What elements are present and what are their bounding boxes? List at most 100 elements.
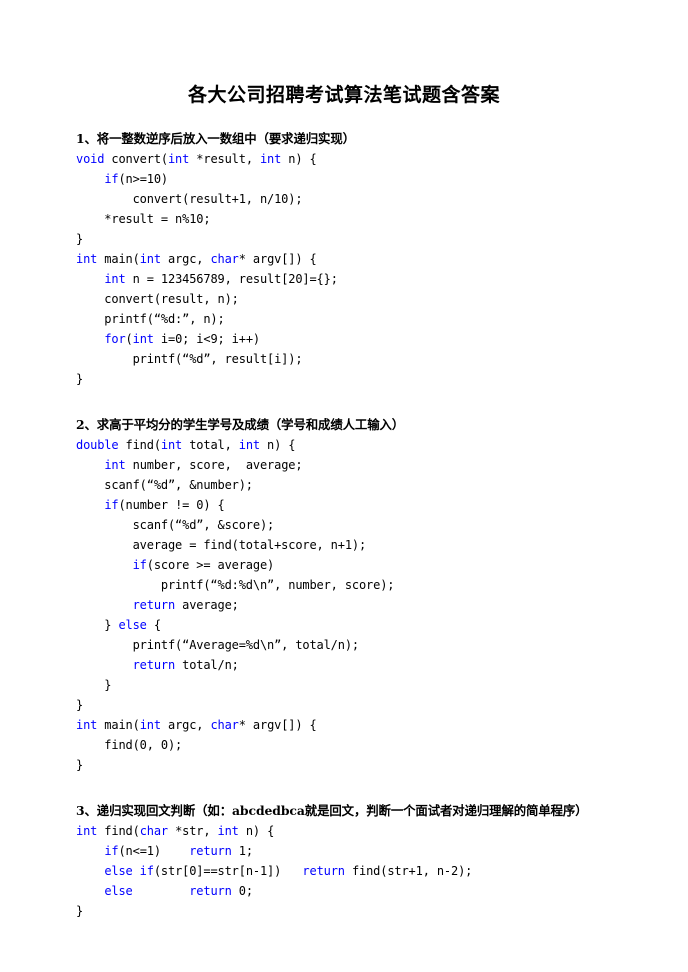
code-keyword: char bbox=[210, 718, 239, 732]
code-text: } bbox=[76, 232, 84, 246]
section-3: 3、递归实现回文判断（如：abcdedbca就是回文，判断一个面试者对递归理解的… bbox=[30, 775, 658, 921]
code-keyword: if bbox=[104, 498, 119, 512]
code-text: (score >= average) bbox=[146, 558, 275, 572]
code-text: argc, bbox=[160, 718, 211, 732]
code-text: *result = n%10; bbox=[76, 212, 211, 226]
code-text: average; bbox=[175, 598, 239, 612]
code-line: int number, score, average; bbox=[76, 455, 658, 475]
code-text: } bbox=[76, 758, 84, 772]
code-keyword: void bbox=[76, 152, 105, 166]
code-text: } bbox=[76, 372, 84, 386]
code-text: convert(result, n); bbox=[76, 292, 239, 306]
code-keyword: int bbox=[132, 332, 154, 346]
code-keyword: if bbox=[132, 558, 147, 572]
section-1-heading: 1、将一整数逆序后放入一数组中（要求递归实现） bbox=[76, 131, 355, 146]
code-text: find( bbox=[97, 824, 140, 838]
code-line: scanf(“%d”, &number); bbox=[76, 475, 658, 495]
code-keyword: int bbox=[139, 252, 161, 266]
code-line: int main(int argc, char* argv[]) { bbox=[76, 715, 658, 735]
code-text: printf(“%d:”, n); bbox=[76, 312, 225, 326]
code-keyword: int bbox=[167, 152, 190, 166]
code-text: average = find(total+score, n+1); bbox=[76, 538, 367, 552]
code-line: for(int i=0; i<9; i++) bbox=[76, 329, 658, 349]
code-keyword: int bbox=[104, 272, 126, 286]
code-line: } bbox=[76, 755, 658, 775]
code-text: main( bbox=[97, 252, 140, 266]
code-text: n = 123456789, result[20]={}; bbox=[125, 272, 338, 286]
code-text: printf(“%d”, result[i]); bbox=[76, 352, 303, 366]
code-text: total, bbox=[182, 438, 239, 452]
code-line: if(n<=1) return 1; bbox=[76, 841, 658, 861]
code-text: (n<=1) bbox=[118, 844, 190, 858]
code-line: } bbox=[76, 229, 658, 249]
code-line: *result = n%10; bbox=[76, 209, 658, 229]
code-line: } else { bbox=[76, 615, 658, 635]
code-text: n) { bbox=[259, 438, 296, 452]
code-line: printf(“%d:”, n); bbox=[76, 309, 658, 329]
code-text: * argv[]) { bbox=[238, 252, 317, 266]
code-keyword: return bbox=[132, 658, 176, 672]
code-text: convert(result+1, n/10); bbox=[76, 192, 303, 206]
code-text: } bbox=[76, 618, 119, 632]
code-text: ( bbox=[125, 332, 133, 346]
code-keyword: return bbox=[302, 864, 345, 878]
code-text: (str[0]==str[n-1]) bbox=[153, 864, 303, 878]
code-line: if(score >= average) bbox=[76, 555, 658, 575]
code-keyword: return bbox=[189, 844, 232, 858]
code-text: (n>=10) bbox=[118, 172, 168, 186]
code-text: *str, bbox=[168, 824, 218, 838]
code-line: double find(int total, int n) { bbox=[76, 435, 658, 455]
code-line: if(n>=10) bbox=[76, 169, 658, 189]
code-text: *result, bbox=[189, 152, 260, 166]
code-line: else return 0; bbox=[76, 881, 658, 901]
page-title: 各大公司招聘考试算法笔试题含答案 bbox=[187, 84, 500, 106]
code-line: int find(char *str, int n) { bbox=[76, 821, 658, 841]
code-keyword: if bbox=[104, 172, 119, 186]
code-text: 1; bbox=[231, 844, 253, 858]
code-text: printf(“Average=%d\n”, total/n); bbox=[76, 638, 360, 652]
code-text: } bbox=[76, 698, 84, 712]
code-line: if(number != 0) { bbox=[76, 495, 658, 515]
code-keyword: int bbox=[160, 438, 183, 452]
code-line: printf(“%d:%d\n”, number, score); bbox=[76, 575, 658, 595]
code-keyword: int bbox=[217, 824, 239, 838]
code-keyword: else bbox=[118, 618, 147, 632]
section-2-code: double find(int total, int n) { int numb… bbox=[76, 435, 658, 775]
section-3-code: int find(char *str, int n) { if(n<=1) re… bbox=[76, 821, 658, 921]
code-text: find( bbox=[118, 438, 162, 452]
code-keyword: int bbox=[76, 252, 98, 266]
code-text: } bbox=[76, 904, 84, 918]
code-keyword: int bbox=[139, 718, 161, 732]
section-1: 1、将一整数逆序后放入一数组中（要求递归实现） void convert(int… bbox=[30, 108, 658, 389]
section-1-code: void convert(int *result, int n) { if(n>… bbox=[76, 149, 658, 389]
code-keyword: else bbox=[104, 884, 133, 898]
document-page: 各大公司招聘考试算法笔试题含答案 1、将一整数逆序后放入一数组中（要求递归实现）… bbox=[0, 0, 688, 972]
code-keyword: int bbox=[259, 152, 282, 166]
code-text: scanf(“%d”, &number); bbox=[76, 478, 253, 492]
section-2-heading: 2、求高于平均分的学生学号及成绩（学号和成绩人工输入） bbox=[76, 417, 405, 432]
code-line: int main(int argc, char* argv[]) { bbox=[76, 249, 658, 269]
code-line: convert(result+1, n/10); bbox=[76, 189, 658, 209]
code-text: n) { bbox=[281, 152, 317, 166]
code-keyword: int bbox=[76, 718, 98, 732]
code-line: else if(str[0]==str[n-1]) return find(st… bbox=[76, 861, 658, 881]
code-text: main( bbox=[97, 718, 140, 732]
code-text: (number != 0) { bbox=[118, 498, 225, 512]
code-keyword: int bbox=[238, 438, 260, 452]
code-text: argc, bbox=[160, 252, 211, 266]
code-keyword: for bbox=[104, 332, 126, 346]
code-line: } bbox=[76, 675, 658, 695]
code-line: return total/n; bbox=[76, 655, 658, 675]
code-line: } bbox=[76, 369, 658, 389]
code-keyword: double bbox=[76, 438, 119, 452]
code-keyword: return bbox=[132, 598, 176, 612]
